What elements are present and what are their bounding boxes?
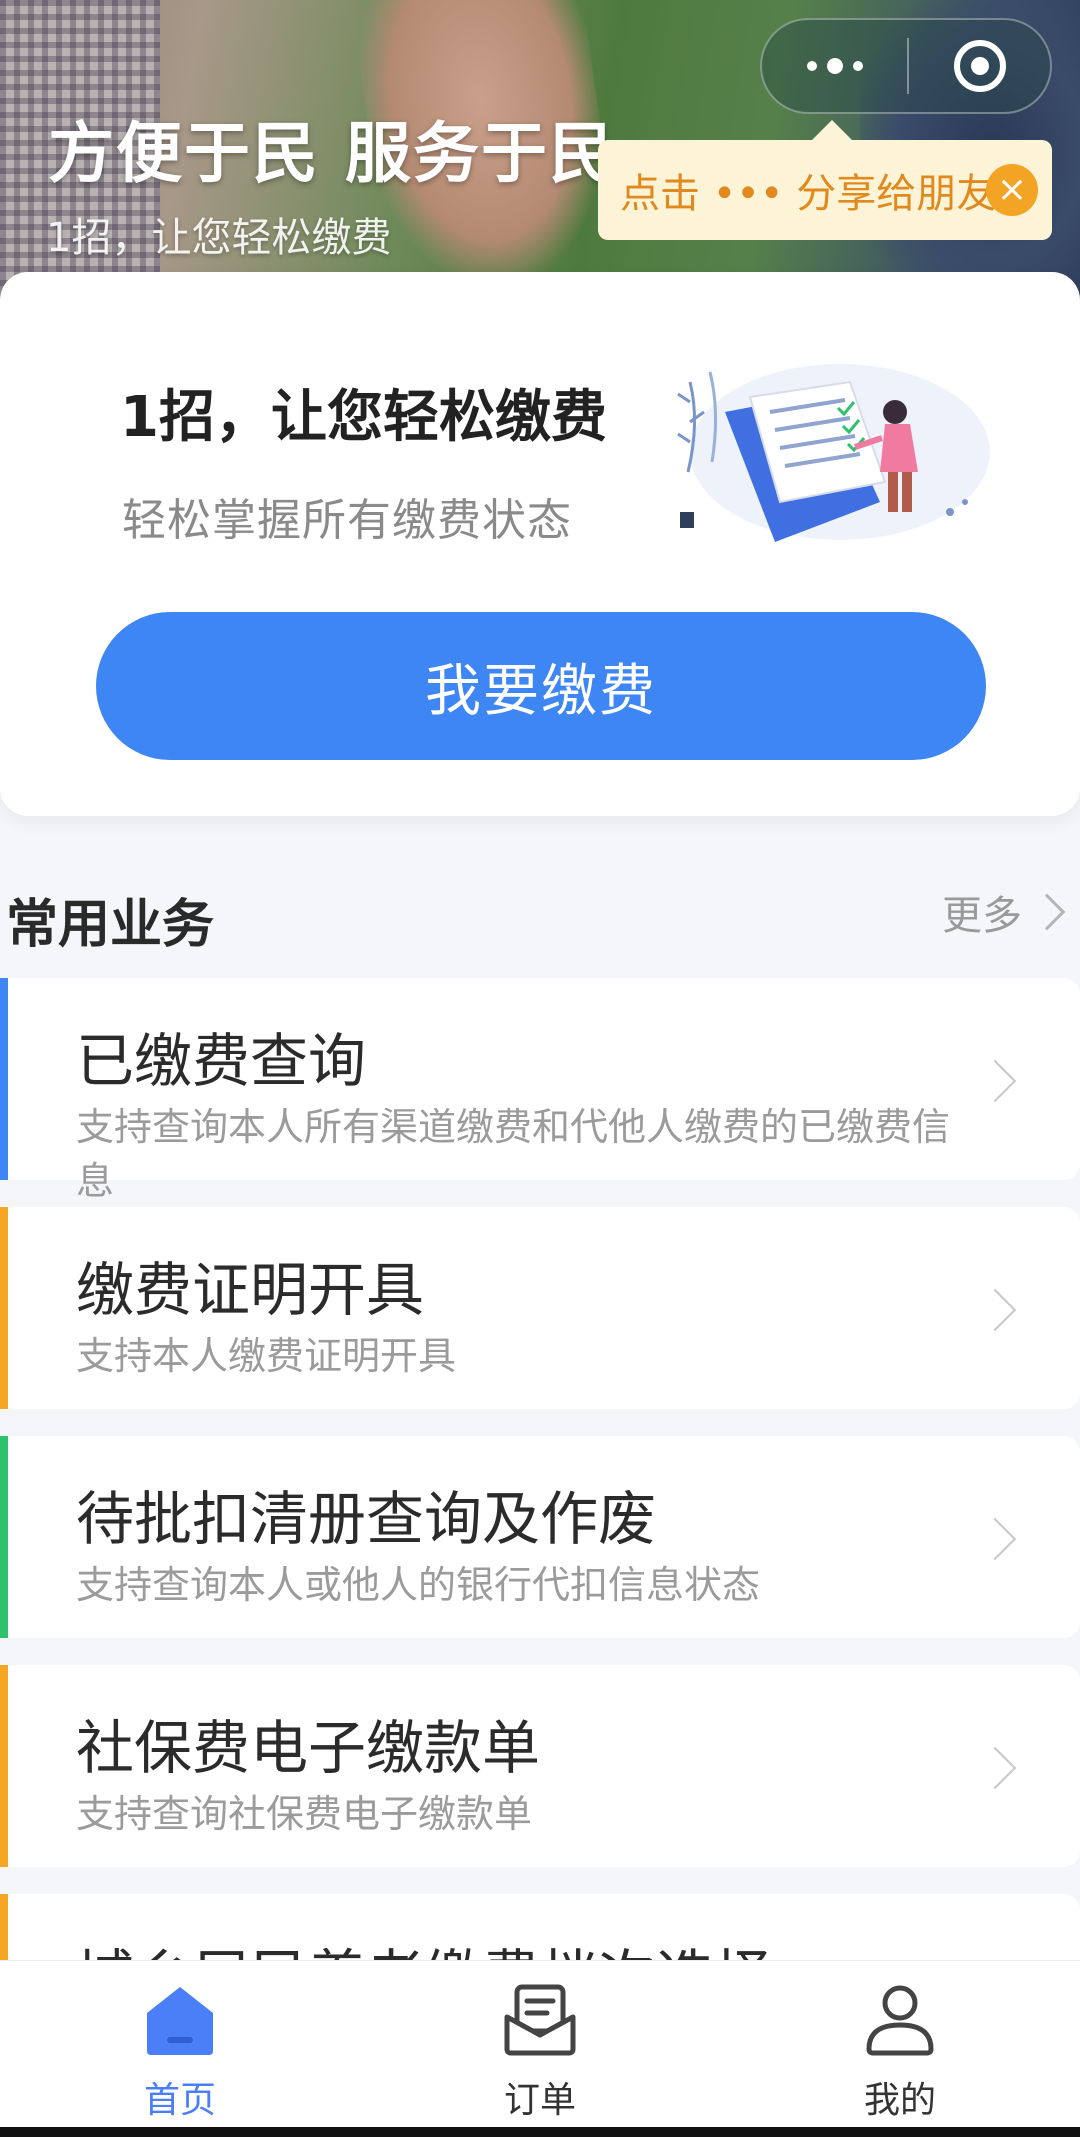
tab-profile[interactable]: 我的 [720, 1961, 1080, 2137]
service-item-title: 社保费电子缴款单 [76, 1714, 541, 1782]
chevron-right-icon [973, 1746, 1017, 1790]
share-tip: 点击 ••• 分享给朋友 × [598, 120, 1052, 240]
chevron-right-icon [1028, 893, 1066, 931]
tab-orders[interactable]: 订单 [360, 1961, 720, 2137]
document-illustration-icon [677, 364, 990, 542]
service-item-desc: 支持本人缴费证明开具 [76, 1334, 457, 1378]
bottom-tab-bar: 首页 订单 我的 [0, 1960, 1080, 2137]
tab-profile-label: 我的 [863, 2080, 936, 2121]
share-tip-text: 点击 ••• 分享给朋友 [620, 171, 997, 217]
card-title: 1招，让您轻松缴费 [120, 385, 607, 450]
item-accent-bar [0, 1207, 8, 1409]
target-circle-icon[interactable] [909, 40, 1050, 92]
card-subtitle: 轻松掌握所有缴费状态 [122, 495, 572, 546]
home-icon [147, 1987, 213, 2055]
banner-subtitle: 1招，让您轻松缴费 [46, 215, 392, 261]
service-item-e-payment-slip[interactable]: 社保费电子缴款单 支持查询社保费电子缴款单 [0, 1665, 1080, 1867]
service-item-certificate[interactable]: 缴费证明开具 支持本人缴费证明开具 [0, 1207, 1080, 1409]
service-item-title: 已缴费查询 [76, 1027, 367, 1095]
pay-button[interactable]: 我要缴费 [96, 612, 986, 760]
more-link[interactable]: 更多 [942, 882, 1066, 942]
service-item-desc: 支持查询本人所有渠道缴费和代他人缴费的已缴费信息 [76, 1105, 951, 1203]
banner-title: 方便于民 服务于民 [48, 115, 617, 192]
close-icon[interactable]: × [986, 164, 1038, 216]
order-icon [504, 1984, 576, 2056]
section-title: 常用业务 [6, 895, 215, 955]
service-item-paid-query[interactable]: 已缴费查询 支持查询本人所有渠道缴费和代他人缴费的已缴费信息 [0, 978, 1080, 1203]
service-item-title: 缴费证明开具 [76, 1256, 425, 1324]
chevron-right-icon [973, 1059, 1017, 1103]
tab-orders-label: 订单 [503, 2080, 576, 2121]
chevron-right-icon [973, 1288, 1017, 1332]
item-accent-bar [0, 1665, 8, 1867]
service-item-pending-deduction[interactable]: 待批扣清册查询及作废 支持查询本人或他人的银行代扣信息状态 [0, 1436, 1080, 1638]
pay-card: 1招，让您轻松缴费 轻松掌握所有缴费状态 我要缴费 [0, 272, 1080, 816]
item-accent-bar [0, 978, 8, 1180]
item-accent-bar [0, 1436, 8, 1638]
user-icon [866, 1985, 934, 2056]
more-link-label: 更多 [942, 893, 1022, 939]
service-item-desc: 支持查询社保费电子缴款单 [76, 1792, 533, 1836]
more-dots-icon[interactable] [762, 20, 907, 112]
chevron-right-icon [973, 1517, 1017, 1561]
tab-home-label: 首页 [143, 2080, 216, 2121]
miniprogram-capsule [760, 18, 1052, 114]
service-item-desc: 支持查询本人或他人的银行代扣信息状态 [76, 1563, 761, 1607]
tab-home[interactable]: 首页 [0, 1961, 360, 2137]
service-item-title: 待批扣清册查询及作废 [76, 1485, 657, 1553]
system-home-indicator [0, 2127, 1080, 2137]
